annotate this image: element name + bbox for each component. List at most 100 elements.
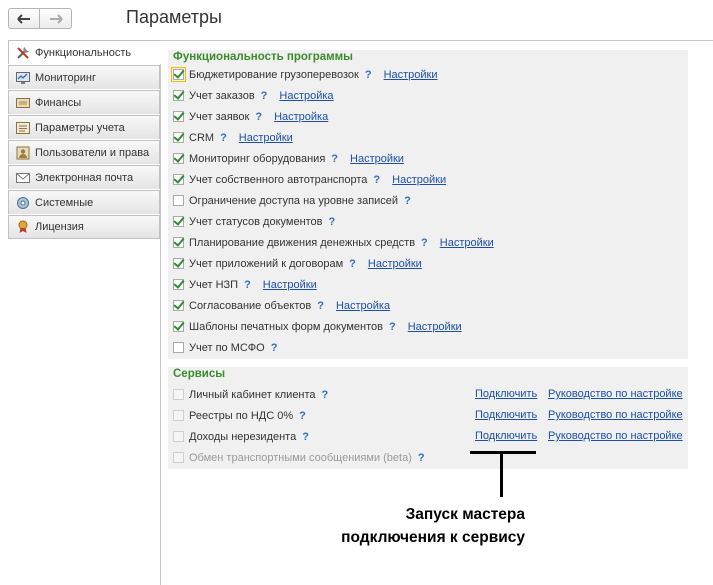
option-row: Учет собственного автотранспорта ? Настр… (173, 171, 446, 188)
help-icon[interactable]: ? (255, 111, 262, 123)
settings-link[interactable]: Настройки (408, 321, 462, 333)
settings-link[interactable]: Настройки (350, 153, 404, 165)
option-row: Учет НЗП ? Настройки (173, 276, 317, 293)
tab-system[interactable]: Системные (8, 190, 160, 214)
tab-label: Пользователи и права (35, 146, 150, 159)
connect-link[interactable]: Подключить (475, 409, 537, 421)
settings-link[interactable]: Настройки (392, 174, 446, 186)
help-icon[interactable]: ? (329, 216, 336, 228)
option-row: Планирование движения денежных средств ?… (173, 234, 494, 251)
settings-link[interactable]: Настройка (274, 111, 328, 123)
checkbox[interactable] (171, 67, 186, 82)
tab-panel-top-border (160, 40, 713, 41)
callout-pointer-vertical (500, 453, 503, 497)
checkbox (173, 452, 184, 463)
help-icon[interactable]: ? (302, 431, 309, 443)
option-row: Учет статусов документов ? (173, 213, 335, 230)
callout-line-1: Запуск мастера (405, 506, 525, 523)
settings-link[interactable]: Настройки (263, 279, 317, 291)
service-row: Доходы нерезидента ? (173, 428, 309, 445)
option-label: Мониторинг оборудования (189, 152, 326, 165)
help-icon[interactable]: ? (244, 279, 251, 291)
checkbox[interactable] (173, 132, 184, 143)
setup-guide-link[interactable]: Руководство по настройке (548, 430, 683, 442)
settings-link[interactable]: Настройки (239, 132, 293, 144)
setup-guide-link[interactable]: Руководство по настройке (548, 409, 683, 421)
checkbox[interactable] (173, 153, 184, 164)
option-row: Бюджетирование грузоперевозок ? Настройк… (171, 66, 438, 83)
option-row: Учет по МСФО ? (173, 339, 277, 356)
help-icon[interactable]: ? (349, 258, 356, 270)
tab-label: Финансы (35, 96, 82, 109)
connect-link[interactable]: Подключить (475, 388, 537, 400)
tab-finance[interactable]: Финансы (8, 90, 160, 114)
arrow-right-icon (49, 13, 63, 24)
service-label: Обмен транспортными сообщениями (beta) (189, 451, 412, 464)
forward-button[interactable] (40, 8, 72, 29)
tabs-panel: Функциональность Мониторинг Финансы Пара… (8, 40, 161, 240)
tab-label: Параметры учета (35, 121, 125, 134)
help-icon[interactable]: ? (299, 410, 306, 422)
settings-link[interactable]: Настройки (384, 69, 438, 81)
help-icon[interactable]: ? (389, 321, 396, 333)
settings-link[interactable]: Настройка (336, 300, 390, 312)
help-icon[interactable]: ? (271, 342, 278, 354)
option-label: Ограничение доступа на уровне записей (189, 194, 399, 207)
tab-email[interactable]: Электронная почта (8, 165, 160, 189)
arrow-left-icon (17, 13, 30, 24)
checkbox[interactable] (173, 300, 184, 311)
tab-license[interactable]: Лицензия (8, 215, 160, 239)
tab-accounting-params[interactable]: Параметры учета (8, 115, 160, 139)
option-row: Согласование объектов ? Настройка (173, 297, 390, 314)
tab-functionality[interactable]: Функциональность (8, 40, 161, 64)
connect-link[interactable]: Подключить (475, 430, 537, 442)
checkbox[interactable] (173, 174, 184, 185)
checkbox[interactable] (173, 216, 184, 227)
email-icon (15, 170, 31, 186)
checkbox[interactable] (173, 321, 184, 332)
option-row: Ограничение доступа на уровне записей ? (173, 192, 411, 209)
help-icon[interactable]: ? (261, 90, 268, 102)
tab-monitoring[interactable]: Мониторинг (8, 65, 160, 89)
help-icon[interactable]: ? (404, 195, 411, 207)
tab-users-rights[interactable]: Пользователи и права (8, 140, 160, 164)
checkbox[interactable] (173, 90, 184, 101)
tools-icon (15, 45, 31, 61)
checkbox[interactable] (173, 258, 184, 269)
help-icon[interactable]: ? (373, 174, 380, 186)
option-row: Учет заявок ? Настройка (173, 108, 328, 125)
option-row: Учет приложений к договорам ? Настройки (173, 255, 422, 272)
help-icon[interactable]: ? (421, 237, 428, 249)
callout-pointer-horizontal (470, 451, 536, 454)
option-label: Шаблоны печатных форм документов (189, 320, 383, 333)
option-label: Планирование движения денежных средств (189, 236, 416, 249)
checkbox[interactable] (173, 410, 184, 421)
help-icon[interactable]: ? (220, 132, 227, 144)
checkbox[interactable] (173, 342, 184, 353)
help-icon[interactable]: ? (331, 153, 338, 165)
settings-link[interactable]: Настройки (368, 258, 422, 270)
settings-link[interactable]: Настройки (440, 237, 494, 249)
checkbox[interactable] (173, 195, 184, 206)
checkbox[interactable] (173, 111, 184, 122)
callout-annotation: Запуск мастера подключения к сервису (300, 503, 525, 549)
back-button[interactable] (8, 8, 40, 29)
option-row: Шаблоны печатных форм документов ? Настр… (173, 318, 462, 335)
tab-label: Электронная почта (35, 171, 134, 184)
checkbox[interactable] (173, 279, 184, 290)
option-label: Бюджетирование грузоперевозок (189, 68, 359, 81)
help-icon[interactable]: ? (418, 452, 425, 464)
option-label: Учет НЗП (189, 278, 239, 291)
help-icon[interactable]: ? (365, 69, 372, 81)
tab-label: Системные (35, 196, 94, 209)
tab-label: Лицензия (35, 221, 84, 233)
service-label: Доходы нерезидента (189, 430, 297, 443)
help-icon[interactable]: ? (322, 389, 329, 401)
checkbox[interactable] (173, 389, 184, 400)
checkbox[interactable] (173, 431, 184, 442)
tab-label: Мониторинг (35, 71, 97, 84)
help-icon[interactable]: ? (317, 300, 324, 312)
setup-guide-link[interactable]: Руководство по настройке (548, 388, 683, 400)
checkbox[interactable] (173, 237, 184, 248)
settings-link[interactable]: Настройка (279, 90, 333, 102)
